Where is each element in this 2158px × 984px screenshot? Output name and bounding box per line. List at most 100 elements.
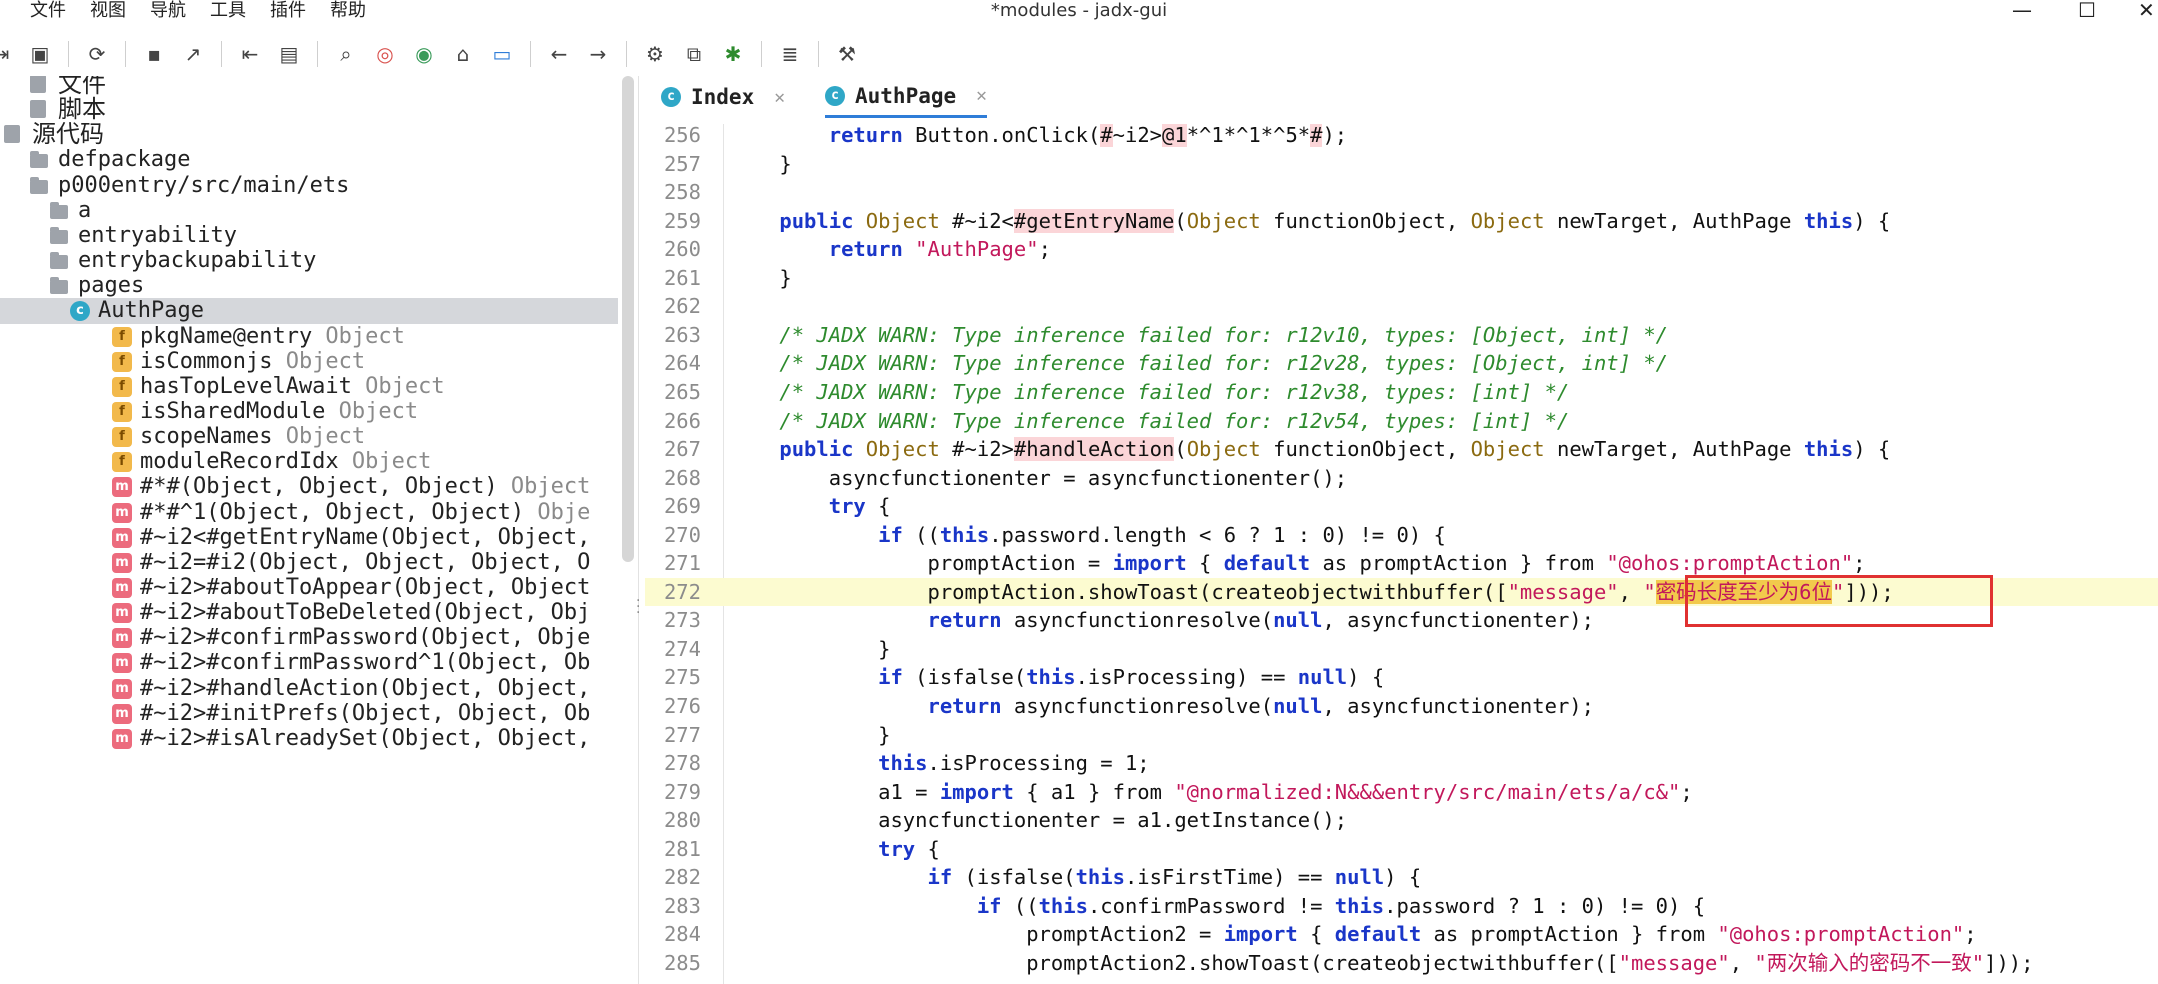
class-icon: c bbox=[661, 87, 681, 107]
home-icon[interactable]: ⌂ bbox=[452, 42, 474, 66]
open-file-icon[interactable]: ⇥ bbox=[0, 42, 12, 66]
preferences-icon[interactable]: ⚒ bbox=[836, 42, 858, 66]
tree-node[interactable]: m #~i2>#aboutToAppear(Object, Object bbox=[0, 575, 618, 600]
tree-node[interactable]: entrybackupability bbox=[0, 248, 618, 273]
tree-node[interactable]: f hasTopLevelAwait Object bbox=[0, 374, 618, 399]
tree-node-label: #~i2>#handleAction(Object, Object, bbox=[140, 675, 591, 701]
splitter-handle-icon[interactable]: · · · bbox=[636, 594, 640, 620]
tree-node-label: pages bbox=[78, 273, 145, 299]
line-number: 256 bbox=[663, 124, 701, 147]
tree-node[interactable]: 文件 bbox=[0, 76, 618, 97]
quark-icon[interactable]: ⧉ bbox=[683, 42, 705, 66]
add-files-icon[interactable]: ▣ bbox=[29, 42, 51, 66]
code-token: /* JADX WARN: Type inference failed for:… bbox=[779, 322, 1669, 347]
code-token: , bbox=[1729, 950, 1755, 975]
line-number: 280 bbox=[663, 808, 701, 833]
tab-index[interactable]: c Index ✕ bbox=[661, 76, 785, 118]
find-class-icon[interactable]: ◎ bbox=[374, 42, 396, 66]
menu-navigate[interactable]: 导航 bbox=[150, 0, 186, 22]
find-usage-icon[interactable]: ◉ bbox=[413, 42, 435, 66]
tree-node[interactable]: a bbox=[0, 198, 618, 223]
menu-help[interactable]: 帮助 bbox=[330, 0, 366, 22]
menu-tools[interactable]: 工具 bbox=[210, 0, 246, 22]
tree-node[interactable]: defpackage bbox=[0, 147, 618, 172]
tab-authpage[interactable]: c AuthPage ✕ bbox=[825, 76, 987, 118]
tree-node[interactable]: m #~i2>#confirmPassword^1(Object, Ob bbox=[0, 650, 618, 675]
code-editor[interactable]: 256 return Button.onClick(#~i2>@1*^1*^1*… bbox=[645, 124, 2158, 984]
tab-label: Index bbox=[691, 85, 755, 109]
code-token: , asyncfunctionenter); bbox=[1322, 608, 1594, 633]
code-token: { bbox=[915, 836, 940, 861]
code-line: 258 bbox=[645, 178, 2158, 207]
code-line: 282 if (isfalse(this.isFirstTime) == nul… bbox=[645, 863, 2158, 892]
code-line: 280 asyncfunctionenter = a1.getInstance(… bbox=[645, 806, 2158, 835]
tree-node-label: pkgName@entry Object bbox=[140, 323, 405, 349]
code-token: #~i2< bbox=[939, 208, 1014, 233]
code-token: ); bbox=[1322, 124, 1348, 147]
tree-node[interactable]: m #~i2<#getEntryName(Object, Object, bbox=[0, 525, 618, 550]
code-token: "AuthPage" bbox=[915, 237, 1039, 262]
tree-node[interactable]: entryability bbox=[0, 223, 618, 248]
tree-node[interactable]: m #*#^1(Object, Object, Object) Obje bbox=[0, 500, 618, 525]
flatten-packages-icon[interactable]: ▤ bbox=[278, 42, 300, 66]
code-token: ; bbox=[1680, 779, 1693, 804]
code-line: 278 this.isProcessing = 1; bbox=[645, 749, 2158, 778]
code-token: @1 bbox=[1162, 124, 1187, 147]
code-token: } bbox=[730, 265, 792, 290]
code-line: 268 asyncfunctionenter = asyncfunctionen… bbox=[645, 464, 2158, 493]
tree-node-label: scopeNames Object bbox=[140, 424, 366, 450]
code-text: /* JADX WARN: Type inference failed for:… bbox=[730, 349, 1668, 378]
save-icon[interactable]: ▪ bbox=[143, 42, 165, 66]
code-token: promptAction2 = bbox=[730, 922, 1224, 947]
code-token: #~i2> bbox=[939, 437, 1014, 462]
tree-node[interactable]: m #~i2>#confirmPassword(Object, Obje bbox=[0, 625, 618, 650]
tree-node[interactable]: m #*#(Object, Object, Object) Object bbox=[0, 474, 618, 499]
tree-node[interactable]: m #~i2>#aboutToBeDeleted(Object, Obj bbox=[0, 600, 618, 625]
tree-node[interactable]: f isCommonjs Object bbox=[0, 349, 618, 374]
debug-icon[interactable]: ✱ bbox=[722, 42, 744, 66]
code-text: promptAction2.showToast(createobjectwith… bbox=[730, 949, 2033, 978]
tree-node[interactable]: f pkgName@entry Object bbox=[0, 324, 618, 349]
deobfuscation-icon[interactable]: ⚙ bbox=[644, 42, 666, 66]
tree-node[interactable]: m #~i2>#initPrefs(Object, Object, Ob bbox=[0, 701, 618, 726]
tree-node[interactable]: f scopeNames Object bbox=[0, 424, 618, 449]
tree-node[interactable]: 源代码 bbox=[0, 122, 618, 147]
line-number: 272 bbox=[663, 579, 701, 604]
tree-node[interactable]: f isSharedModule Object bbox=[0, 399, 618, 424]
tree-node-label: p000entry/src/main/ets bbox=[58, 172, 350, 198]
menu-view[interactable]: 视图 bbox=[90, 0, 126, 22]
close-tab-icon[interactable]: ✕ bbox=[976, 85, 987, 106]
tree-node[interactable]: m #~i2=#i2(Object, Object, Object, O bbox=[0, 550, 618, 575]
code-line: 277 } bbox=[645, 721, 2158, 750]
code-token: Object bbox=[865, 208, 940, 233]
tree-node[interactable]: p000entry/src/main/ets bbox=[0, 173, 618, 198]
tree-node[interactable]: c AuthPage bbox=[0, 298, 618, 325]
code-line: 266 /* JADX WARN: Type inference failed … bbox=[645, 407, 2158, 436]
maximize-button[interactable]: ☐ bbox=[2078, 0, 2096, 22]
back-icon[interactable]: ← bbox=[548, 42, 570, 66]
log-icon[interactable]: ≣ bbox=[779, 42, 801, 66]
menu-file[interactable]: 文件 bbox=[30, 0, 66, 22]
reload-icon[interactable]: ⟳ bbox=[86, 42, 108, 66]
tree-node[interactable]: m #~i2>#isAlreadySet(Object, Object, bbox=[0, 726, 618, 751]
code-token: promptAction.showToast(createobjectwithb… bbox=[730, 579, 1508, 604]
export-icon[interactable]: ↗ bbox=[182, 42, 204, 66]
tree-node[interactable]: m #~i2>#handleAction(Object, Object, bbox=[0, 676, 618, 701]
tree-scrollbar[interactable] bbox=[622, 76, 634, 562]
menu-plugins[interactable]: 插件 bbox=[270, 0, 306, 22]
code-text: asyncfunctionenter = asyncfunctionenter(… bbox=[730, 464, 1347, 493]
panel-splitter[interactable] bbox=[638, 76, 639, 984]
minimize-button[interactable]: — bbox=[2012, 0, 2032, 22]
code-text: return asyncfunctionresolve(null, asyncf… bbox=[730, 692, 1594, 721]
forward-icon[interactable]: → bbox=[587, 42, 609, 66]
tree-node[interactable]: f moduleRecordIdx Object bbox=[0, 449, 618, 474]
tree-node[interactable]: 脚本 bbox=[0, 97, 618, 122]
code-view-icon[interactable]: ▭ bbox=[491, 42, 513, 66]
tree-node[interactable]: pages bbox=[0, 273, 618, 298]
close-tab-icon[interactable]: ✕ bbox=[774, 87, 785, 108]
sync-icon[interactable]: ⇤ bbox=[239, 42, 261, 66]
close-window-button[interactable]: ✕ bbox=[2138, 0, 2155, 22]
tree-node-label: moduleRecordIdx Object bbox=[140, 449, 432, 475]
search-icon[interactable]: ⌕ bbox=[335, 42, 357, 66]
